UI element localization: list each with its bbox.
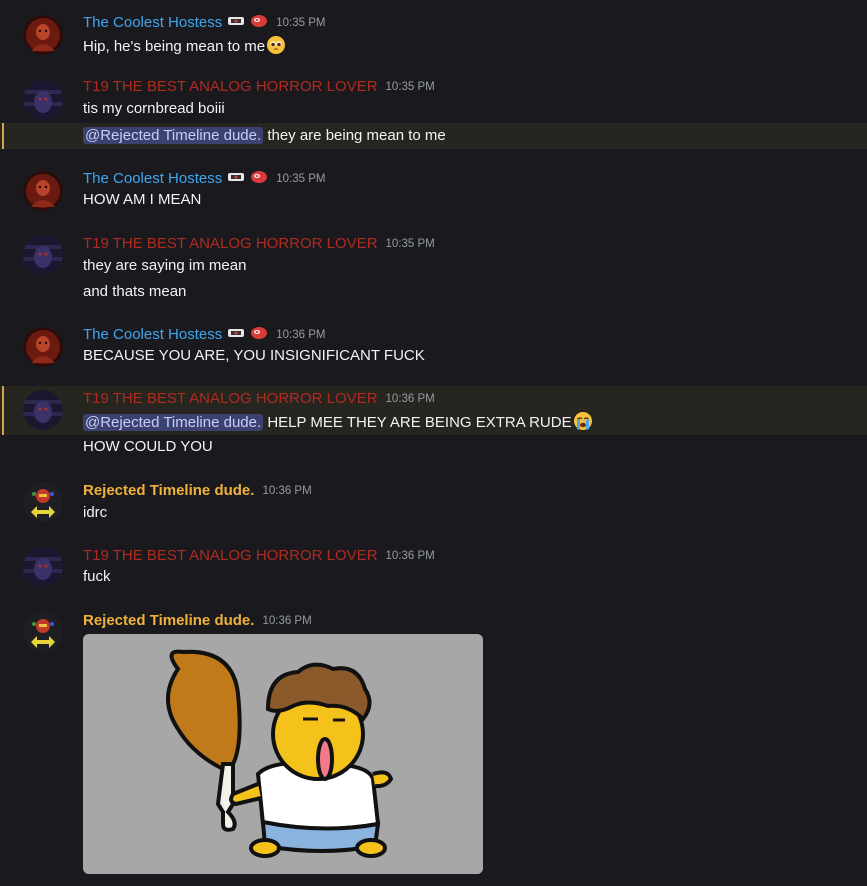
message-line: they are being mean to me [263, 127, 446, 144]
message-line: idrc [83, 504, 108, 521]
author-name[interactable]: T19 THE BEST ANALOG HORROR LOVER [83, 77, 378, 97]
chat-log: The Coolest Hostess 10:35 PM Hip, he's b… [0, 0, 867, 886]
timestamp: 10:35 PM [276, 17, 326, 29]
loudly-crying-face-icon [573, 411, 593, 431]
mention-highlight-row: @Rejected Timeline dude. they are being … [0, 123, 867, 149]
badge-icon [227, 14, 245, 32]
author-name[interactable]: The Coolest Hostess [83, 13, 222, 33]
avatar-horror[interactable] [23, 235, 63, 275]
message-line: Hip, he's being mean to me [83, 38, 266, 55]
message-text: @Rejected Timeline dude. HELP MEE THEY A… [83, 411, 593, 433]
avatar-horror[interactable] [23, 547, 63, 587]
mention-highlight-row: T19 THE BEST ANALOG HORROR LOVER 10:36 P… [0, 386, 867, 435]
cartoon-image [83, 634, 483, 874]
message-group: T19 THE BEST ANALOG HORROR LOVER 10:35 P… [0, 77, 867, 123]
author-name[interactable]: T19 THE BEST ANALOG HORROR LOVER [83, 546, 378, 566]
message-header: The Coolest Hostess 10:35 PM [83, 13, 325, 33]
message-line: and thats mean [83, 283, 187, 300]
message-header: T19 THE BEST ANALOG HORROR LOVER 10:35 P… [83, 77, 435, 97]
message-group: T19 THE BEST ANALOG HORROR LOVER 10:36 P… [0, 544, 867, 594]
message-line: they are saying im mean [83, 257, 247, 274]
message-group: T19 THE BEST ANALOG HORROR LOVER 10:35 P… [0, 232, 867, 304]
user-mention[interactable]: @Rejected Timeline dude. [83, 414, 264, 431]
message-line: fuck [83, 568, 111, 585]
avatar-horror[interactable] [23, 80, 63, 120]
timestamp: 10:35 PM [385, 238, 435, 250]
pleading-face-icon [266, 35, 286, 55]
message-header: Rejected Timeline dude. 10:36 PM [83, 481, 312, 501]
author-name[interactable]: Rejected Timeline dude. [83, 481, 254, 501]
avatar-horror[interactable] [23, 390, 63, 430]
message-header: The Coolest Hostess 10:35 PM [83, 169, 325, 189]
author-name[interactable]: Rejected Timeline dude. [83, 611, 254, 631]
message-line: HOW COULD YOU [83, 438, 213, 455]
timestamp: 10:36 PM [385, 550, 435, 562]
avatar-rejected[interactable] [23, 482, 63, 522]
message-continuation: HOW COULD YOU [0, 435, 867, 461]
meat-icon [250, 170, 268, 189]
meat-icon [250, 14, 268, 33]
avatar-hostess[interactable] [23, 171, 63, 211]
message-header: The Coolest Hostess 10:36 PM [83, 325, 325, 345]
timestamp: 10:35 PM [276, 173, 326, 185]
message-text: Hip, he's being mean to me [83, 35, 286, 57]
avatar-hostess[interactable] [23, 15, 63, 55]
message-line: HELP MEE THEY ARE BEING EXTRA RUDE [263, 414, 572, 431]
message-group: The Coolest Hostess 10:35 PM Hip, he's b… [0, 10, 867, 62]
image-attachment[interactable] [83, 634, 483, 874]
author-name[interactable]: The Coolest Hostess [83, 169, 222, 189]
author-name[interactable]: The Coolest Hostess [83, 325, 222, 345]
message-group: The Coolest Hostess 10:35 PM HOW AM I ME… [0, 165, 867, 215]
message-header: Rejected Timeline dude. 10:36 PM [83, 611, 312, 631]
message-group: The Coolest Hostess 10:36 PM BECAUSE YOU… [0, 322, 867, 372]
badge-icon [227, 170, 245, 188]
message-text: @Rejected Timeline dude. they are being … [83, 126, 446, 146]
avatar-rejected[interactable] [23, 612, 63, 652]
message-line: HOW AM I MEAN [83, 191, 202, 208]
avatar-hostess[interactable] [23, 327, 63, 367]
timestamp: 10:36 PM [385, 393, 435, 405]
badge-icon [227, 326, 245, 344]
message-line: tis my cornbread boiii [83, 100, 225, 117]
author-name[interactable]: T19 THE BEST ANALOG HORROR LOVER [83, 389, 378, 409]
meat-icon [250, 326, 268, 345]
message-group: Rejected Timeline dude. 10:36 PM idrc [0, 479, 867, 529]
message-header: T19 THE BEST ANALOG HORROR LOVER 10:36 P… [83, 546, 435, 566]
message-line: BECAUSE YOU ARE, YOU INSIGNIFICANT FUCK [83, 347, 425, 364]
user-mention[interactable]: @Rejected Timeline dude. [83, 127, 264, 144]
message-group: Rejected Timeline dude. 10:36 PM [0, 609, 867, 652]
timestamp: 10:36 PM [276, 329, 326, 341]
author-name[interactable]: T19 THE BEST ANALOG HORROR LOVER [83, 234, 378, 254]
timestamp: 10:35 PM [385, 81, 435, 93]
timestamp: 10:36 PM [262, 615, 312, 627]
timestamp: 10:36 PM [262, 485, 312, 497]
message-header: T19 THE BEST ANALOG HORROR LOVER 10:35 P… [83, 234, 435, 254]
message-header: T19 THE BEST ANALOG HORROR LOVER 10:36 P… [83, 389, 435, 409]
